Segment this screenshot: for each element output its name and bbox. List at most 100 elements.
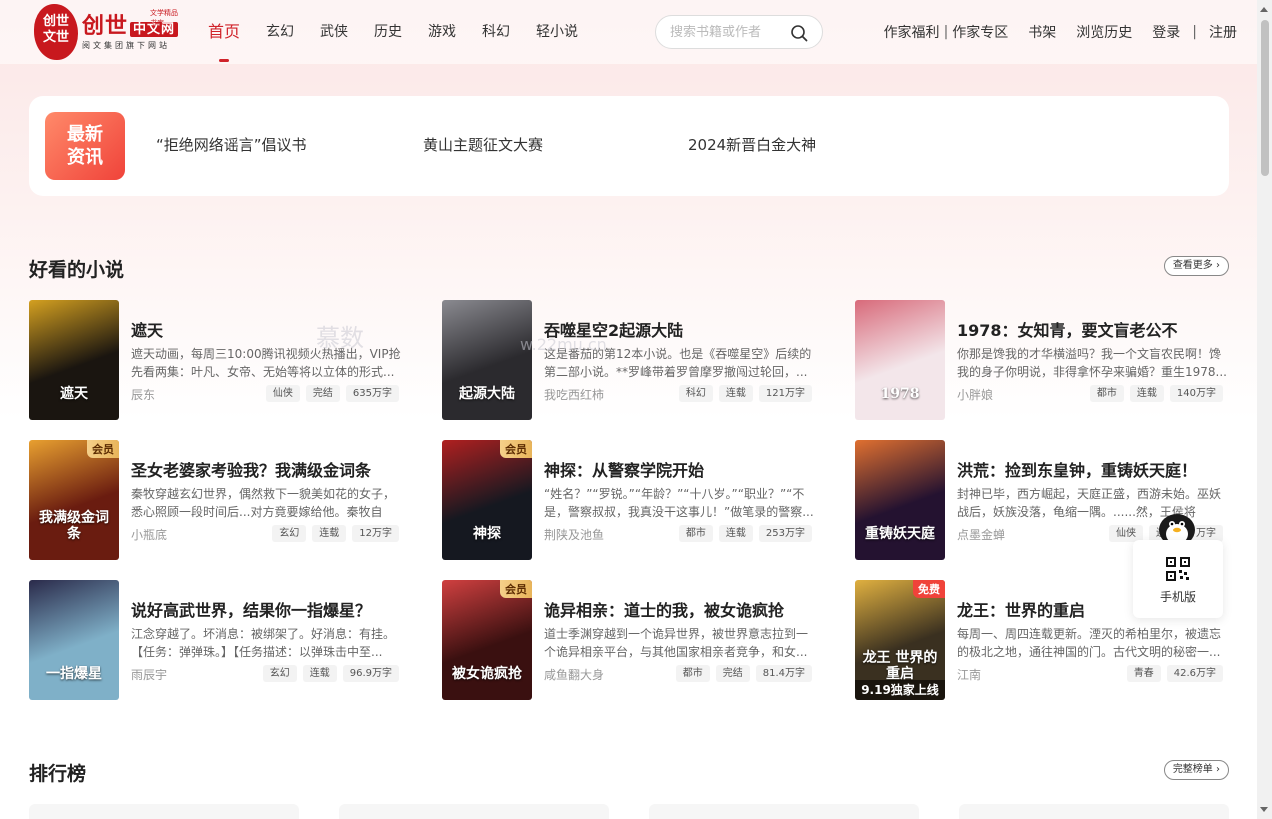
history-link[interactable]: 浏览历史 [1076, 22, 1132, 42]
cover-title: 一指爆星 [46, 666, 102, 682]
book-cover[interactable]: 重铸妖天庭 [855, 440, 945, 560]
book-tag: 253万字 [758, 525, 812, 542]
book-description: 江念穿越了。坏消息：被绑架了。好消息：有挂。【任务：弹弹珠。】【任务描述：以弹珠… [131, 627, 396, 659]
book-tags: 科幻 连载 121万字 [673, 385, 812, 402]
book-author[interactable]: 荆陕及池鱼 [544, 526, 604, 543]
book-tag: 12万字 [352, 525, 399, 542]
scroll-up-arrow-icon[interactable] [1260, 7, 1268, 12]
register-link[interactable]: 注册 [1209, 22, 1237, 42]
ranking-card[interactable] [959, 804, 1229, 819]
news-badge-text: 最新资讯 [67, 124, 103, 168]
book-author[interactable]: 小瓶底 [131, 526, 167, 543]
nav-item-history[interactable]: 历史 [374, 0, 402, 64]
mobile-version-button[interactable]: 手机版 [1133, 540, 1223, 618]
book-tag: 仙侠 [265, 385, 300, 402]
ranking-card[interactable] [649, 804, 919, 819]
book-card[interactable]: 一指爆星 说好高武世界，结果你一指爆星？ 江念穿越了。坏消息：被绑架了。好消息：有挂… [29, 580, 399, 700]
cover-badge: 免费 [913, 580, 945, 598]
book-author[interactable]: 辰东 [131, 386, 155, 403]
writer-welfare-link[interactable]: 作家福利 [884, 22, 940, 42]
book-author[interactable]: 小胖娘 [957, 386, 993, 403]
login-link[interactable]: 登录 [1152, 22, 1180, 42]
cover-badge: 会员 [87, 440, 119, 458]
book-tag: 81.4万字 [755, 665, 812, 682]
search-icon[interactable] [790, 24, 808, 42]
book-cover[interactable]: 被女诡疯抢 会员 [442, 580, 532, 700]
nav-item-home[interactable]: 首页 [208, 0, 240, 64]
book-card[interactable]: 1978 1978：女知青，要文盲老公不 你那是馋我的才华横溢吗？我一个文盲农民啊！… [855, 300, 1227, 420]
nav-item-light-novel[interactable]: 轻小说 [536, 0, 578, 64]
book-description: 这是番茄的第12本小说。也是《吞噬星空》后续的第二部小说。**罗峰带着罗曾摩罗撤… [544, 347, 812, 379]
nav-item-xuanhuan[interactable]: 玄幻 [266, 0, 294, 64]
book-description: 遮天动画，每周三10:00腾讯视频火热播出，VIP抢先看两集：叶凡、女帝、无始等… [131, 347, 401, 379]
mobile-version-label: 手机版 [1159, 590, 1196, 604]
cover-title: 遮天 [60, 386, 88, 402]
book-description: 道士季渊穿越到一个诡异世界，被世界意志拉到一个诡异相亲平台，与其他国家相亲者竞争… [544, 627, 809, 659]
book-title[interactable]: 说好高武世界，结果你一指爆星？ [131, 597, 399, 621]
nav-item-game[interactable]: 游戏 [428, 0, 456, 64]
main-nav: 首页 玄幻 武侠 历史 游戏 科幻 轻小说 [208, 0, 604, 64]
news-item[interactable]: “拒绝网络谣言”倡议书 [156, 134, 307, 155]
book-tag: 140万字 [1169, 385, 1223, 402]
ranking-card[interactable] [29, 804, 299, 819]
scroll-thumb[interactable] [1261, 20, 1269, 176]
cover-badge: 会员 [500, 580, 532, 598]
book-tag: 连载 [718, 525, 753, 542]
book-tag: 96.9万字 [342, 665, 399, 682]
book-cover[interactable]: 一指爆星 [29, 580, 119, 700]
book-cover[interactable]: 1978 [855, 300, 945, 420]
news-card: 最新资讯 “拒绝网络谣言”倡议书 黄山主题征文大赛 2024新晋白金大神 [29, 96, 1229, 196]
book-card[interactable]: 神探 会员 神探：从警察学院开始 “姓名？”“罗锐。”“年龄？”“十八岁。”“职业？”… [442, 440, 814, 560]
view-more-button[interactable]: 查看更多 › [1163, 256, 1229, 276]
logo-seal-text: 创世文世 [42, 14, 69, 45]
logo-subtitle: 阅文集团旗下网站 [82, 41, 170, 50]
book-author[interactable]: 江南 [957, 666, 981, 683]
book-author[interactable]: 雨辰宇 [131, 666, 167, 683]
bookshelf-link[interactable]: 书架 [1028, 22, 1056, 42]
book-card[interactable]: 起源大陆 吞噬星空2起源大陆这是番茄的第12本小说。也是《吞噬星空》后续的第二部小… [442, 300, 812, 420]
book-cover[interactable]: 我满级金词条 会员 [29, 440, 119, 560]
cover-title: 1978 [880, 386, 920, 402]
news-item[interactable]: 2024新晋白金大神 [688, 134, 816, 155]
top-links: 作家福利 | 作家专区 书架 浏览历史 登录 | 注册 [884, 0, 1237, 64]
book-card[interactable]: 遮天 遮天 遮天动画，每周三10:00腾讯视频火热播出，VIP抢先看两集：叶凡、女帝… [29, 300, 401, 420]
ranking-card[interactable] [339, 804, 609, 819]
book-title[interactable]: 1978：女知青，要文盲老公不 [957, 317, 1225, 341]
book-author[interactable]: 点墨金蝉 [957, 526, 1005, 543]
book-title[interactable]: 诡异相亲：道士的我，被女诡疯抢 [544, 597, 812, 621]
writer-separator: | [943, 24, 949, 40]
search-box [655, 15, 823, 49]
book-title[interactable]: 神探：从警察学院开始 [544, 457, 812, 481]
book-tag: 都市 [675, 665, 710, 682]
vertical-scrollbar[interactable] [1257, 0, 1272, 819]
search-input[interactable] [670, 23, 788, 41]
nav-item-scifi[interactable]: 科幻 [482, 0, 510, 64]
page: 创世文世 创世 中文网 文学精品书库 阅文集团旗下网站 首页 玄幻 武侠 历史 游… [0, 0, 1257, 819]
book-title[interactable]: 遮天 [131, 317, 399, 341]
book-card[interactable]: 被女诡疯抢 会员 诡异相亲：道士的我，被女诡疯抢道士季渊穿越到一个诡异世界，被世界意… [442, 580, 812, 700]
scroll-down-arrow-icon[interactable] [1260, 807, 1268, 812]
book-card[interactable]: 我满级金词条 会员 圣女老婆家考验我？我满级金词条 秦牧穿越玄幻世界，偶然救下一貌美如… [29, 440, 399, 560]
login-separator: | [1192, 24, 1197, 40]
book-title[interactable]: 洪荒：捡到东皇钟，重铸妖天庭！ [957, 457, 1225, 481]
full-ranking-button[interactable]: 完整榜单 › [1163, 760, 1229, 780]
cover-title: 龙王 世界的重启 [862, 650, 938, 682]
section-title-ranking: 排行榜 [29, 763, 87, 785]
book-title[interactable]: 圣女老婆家考验我？我满级金词条 [131, 457, 399, 481]
book-tag: 连载 [312, 525, 347, 542]
book-cover[interactable]: 龙王 世界的重启 免费 9.19独家上线 [855, 580, 945, 700]
book-cover[interactable]: 神探 会员 [442, 440, 532, 560]
book-author[interactable]: 咸鱼翻大身 [544, 666, 604, 683]
book-title[interactable]: 吞噬星空2起源大陆 [544, 317, 812, 341]
book-tag: 121万字 [758, 385, 812, 402]
book-tag: 连载 [302, 665, 337, 682]
book-cover[interactable]: 起源大陆 [442, 300, 532, 420]
nav-item-wuxia[interactable]: 武侠 [320, 0, 348, 64]
book-author[interactable]: 我吃西红柿 [544, 386, 604, 403]
writer-zone-link[interactable]: 作家专区 [952, 22, 1008, 42]
site-logo[interactable]: 创世文世 创世 中文网 文学精品书库 阅文集团旗下网站 [34, 4, 184, 60]
book-cover[interactable]: 遮天 [29, 300, 119, 420]
news-item[interactable]: 黄山主题征文大赛 [423, 134, 543, 155]
cover-title: 我满级金词条 [39, 510, 109, 542]
book-tag: 完结 [305, 385, 340, 402]
